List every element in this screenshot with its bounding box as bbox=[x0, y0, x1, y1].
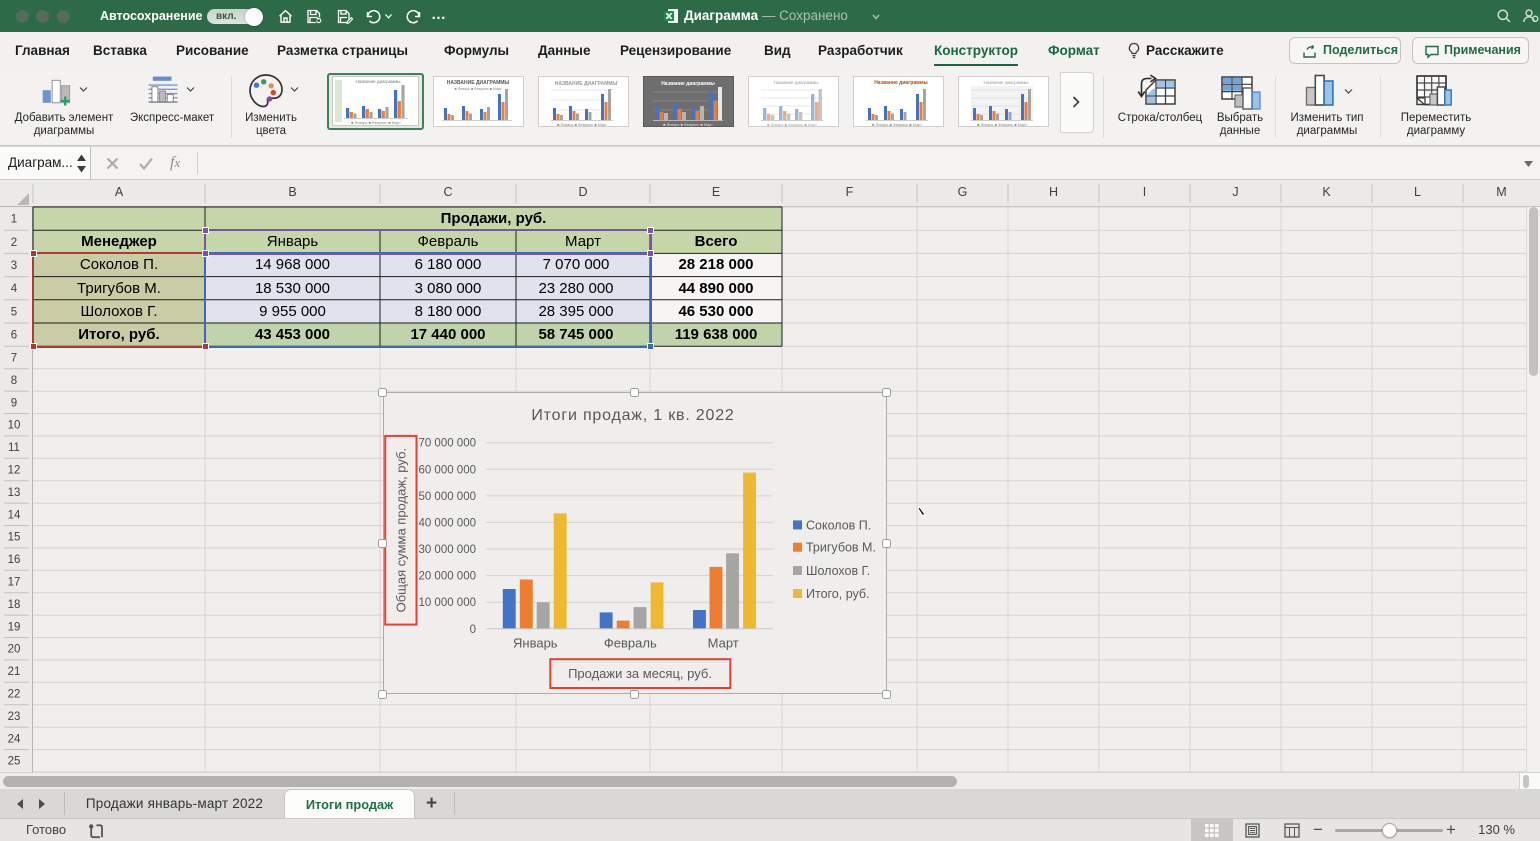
svg-text:70 000 000: 70 000 000 bbox=[418, 438, 476, 450]
svg-text:40 000 000: 40 000 000 bbox=[418, 517, 476, 529]
svg-text:0: 0 bbox=[469, 624, 475, 636]
svg-text:Название диаграммы: Название диаграммы bbox=[773, 80, 818, 85]
svg-text:Шолохов Г.: Шолохов Г. bbox=[806, 564, 870, 578]
svg-text:Январь: Январь bbox=[513, 636, 558, 651]
svg-text:Март: Март bbox=[707, 636, 738, 651]
svg-text:Продажи за месяц, руб.: Продажи за месяц, руб. bbox=[568, 666, 712, 681]
svg-text:60 000 000: 60 000 000 bbox=[418, 464, 476, 476]
svg-text:Тригубов М.: Тригубов М. bbox=[806, 541, 876, 555]
svg-text:Общая сумма продаж, руб.: Общая сумма продаж, руб. bbox=[393, 448, 408, 612]
svg-text:Название диаграммы: Название диаграммы bbox=[661, 81, 715, 87]
svg-text:30 000 000: 30 000 000 bbox=[418, 544, 476, 556]
svg-text:Название диаграммы: Название диаграммы bbox=[983, 80, 1028, 85]
svg-text:Итого, руб.: Итого, руб. bbox=[806, 587, 870, 601]
svg-text:НАЗВАНИЕ ДИАГРАММЫ: НАЗВАНИЕ ДИАГРАММЫ bbox=[447, 80, 510, 86]
svg-text:20 000 000: 20 000 000 bbox=[418, 571, 476, 583]
svg-text:■ Январь ■ Февраль ■ Март: ■ Январь ■ Февраль ■ Март bbox=[767, 123, 817, 127]
svg-text:Соколов П.: Соколов П. bbox=[806, 518, 871, 532]
svg-text:■ Январь ■ Февраль ■ Март: ■ Январь ■ Февраль ■ Март bbox=[872, 123, 922, 127]
svg-text:Название диаграммы: Название диаграммы bbox=[874, 80, 928, 86]
svg-text:Февраль: Февраль bbox=[603, 636, 656, 651]
svg-text:Итоги продаж, 1 кв. 2022: Итоги продаж, 1 кв. 2022 bbox=[531, 407, 734, 424]
svg-text:50 000 000: 50 000 000 bbox=[418, 491, 476, 503]
svg-text:10 000 000: 10 000 000 bbox=[418, 597, 476, 609]
svg-text:Название диаграммы: Название диаграммы bbox=[355, 79, 400, 84]
svg-text:■ Январь ■ Февраль ■ Март: ■ Январь ■ Февраль ■ Март bbox=[663, 123, 713, 127]
svg-text:■ Январь ■ Февраль ■ Март: ■ Январь ■ Февраль ■ Март bbox=[977, 123, 1027, 127]
svg-text:■ Январь ■ Февраль ■ Март: ■ Январь ■ Февраль ■ Март bbox=[454, 87, 501, 91]
svg-text:■ Январь ■ Февраль ■ Март: ■ Январь ■ Февраль ■ Март bbox=[557, 123, 607, 127]
svg-text:НАЗВАНИЕ ДИАГРАММЫ: НАЗВАНИЕ ДИАГРАММЫ bbox=[555, 81, 618, 87]
svg-text:■ Январь ■ Февраль ■ Март: ■ Январь ■ Февраль ■ Март bbox=[351, 121, 401, 125]
